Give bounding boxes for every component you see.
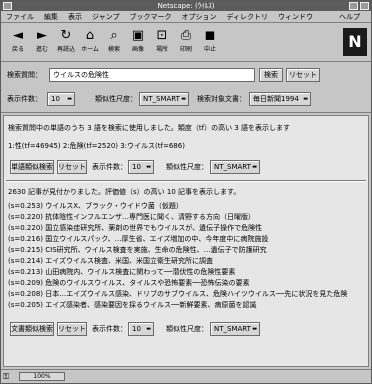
- bottom-count-label: 表示件数：: [92, 325, 127, 333]
- toolbar: ◄ 戻る ► 進む ↻ 再読込 ⌂ ホーム ⌕ 検索 ▣ 画像 ⊡ 場所 ⎙ 印刷 ◼ 中止 N: [1, 24, 371, 62]
- images-icon: ▣: [131, 28, 145, 43]
- reload-button[interactable]: ↻ 再読込: [55, 26, 77, 58]
- netscape-logo: N: [343, 28, 367, 56]
- divider: [6, 180, 366, 182]
- result-item[interactable]: (s=0.220) 抗体陰性インフルエンザ…専門医に聞く、清野する方向（日曜版）: [8, 213, 255, 222]
- print-button[interactable]: ⎙ 印刷: [175, 26, 197, 58]
- menu-bar: ファイル 編集 表示 ジャンプ ブックマーク オプション ディレクトリ ウィンドウ ヘルプ: [1, 11, 371, 23]
- browser-window: Netscape: (ｳｲﾙｽ) ファイル 編集 表示 ジャンプ ブックマーク オプション…: [0, 0, 372, 384]
- search-reset-button[interactable]: リセット: [286, 68, 320, 82]
- menu-bookmarks[interactable]: ブックマーク: [124, 11, 176, 23]
- target-label: 検索対象文書：: [197, 95, 246, 103]
- images-button[interactable]: ▣ 画像: [127, 26, 149, 58]
- query-input[interactable]: ウイルスの危険性: [49, 68, 255, 82]
- similarity-select[interactable]: NT_SMART: [139, 92, 189, 106]
- result-item[interactable]: (s=0.220) 国立感染症研究所、薬剤の世界でもウイルスが、遺伝子操作で危険…: [8, 224, 262, 233]
- count-label: 表示件数：: [7, 95, 42, 103]
- security-key-icon: ⚿: [3, 372, 10, 381]
- result-item[interactable]: (s=0.216) 国立ウイルスパック、…厚生省、エイズ増加の中、今年度中に病院…: [8, 235, 268, 244]
- stop-icon: ◼: [204, 28, 216, 43]
- back-button[interactable]: ◄ 戻る: [7, 26, 29, 58]
- phrase-line: 検索質問中の単語のうち 3 語を検索に使用しました。類度（tf）の高い 3 語を…: [8, 124, 291, 132]
- menu-options[interactable]: オプション: [176, 11, 221, 23]
- progress-indicator: 100%: [19, 372, 65, 381]
- open-icon: ⊡: [156, 28, 168, 43]
- maximize-button[interactable]: [360, 2, 369, 10]
- status-bar: ⚿ 100%: [1, 369, 371, 383]
- window-title: Netscape: (ｳｲﾙｽ): [157, 2, 215, 10]
- result-item[interactable]: (s=0.214) エイズウイルス検査、米国、米国立衛生研究所に調査: [8, 257, 213, 266]
- result-item[interactable]: (s=0.208) 日本…エイズウイルス感染、ドリブのサブウイルス、危険ハイツウ…: [8, 290, 347, 299]
- term-similarity-button[interactable]: 単語類似検索: [10, 160, 54, 174]
- menu-go[interactable]: ジャンプ: [87, 11, 124, 23]
- similarity-label: 類似性尺度：: [95, 95, 137, 103]
- print-icon: ⎙: [180, 28, 192, 43]
- result-item[interactable]: (s=0.213) 山田病院内、ウイルス検査に関わって──潜伏性の危険性要素: [8, 268, 235, 277]
- home-icon: ⌂: [85, 28, 95, 43]
- menu-directory[interactable]: ディレクトリ: [221, 11, 273, 23]
- title-bar: Netscape: (ｳｲﾙｽ): [1, 1, 371, 11]
- doc-similarity-button[interactable]: 文書類似検索: [10, 322, 54, 336]
- forward-icon: ►: [37, 28, 47, 43]
- search-icon: ⌕: [110, 28, 118, 43]
- doc-reset-button[interactable]: リセット: [57, 322, 87, 336]
- stop-button[interactable]: ◼ 中止: [199, 26, 221, 58]
- forward-button[interactable]: ► 進む: [31, 26, 53, 58]
- menu-file[interactable]: ファイル: [1, 11, 39, 23]
- home-button[interactable]: ⌂ ホーム: [79, 26, 101, 58]
- result-item[interactable]: (s=0.253) ウイルスX、ブラック・ウイドウ菌（仮題）: [8, 202, 183, 211]
- bottom-similarity-label: 類似性尺度：: [166, 325, 208, 333]
- result-item[interactable]: (s=0.209) 危険のウイルスウイルス、タイルスや恐怖要素──恐怖伝染の要素: [8, 279, 250, 288]
- result-summary: 2630 記事が見付かりました。評価値（s）の高い 10 記事を表示します。: [8, 188, 241, 196]
- terms-line: 1:性(tf=46945) 2:危険(tf=2520) 3:ウイルス(tf=68…: [8, 142, 185, 150]
- mid-count-select[interactable]: 10: [128, 160, 154, 174]
- search-button[interactable]: ⌕ 検索: [103, 26, 125, 58]
- query-label: 検索質問：: [7, 71, 42, 79]
- window-menu-button[interactable]: [3, 2, 12, 10]
- result-item[interactable]: (s=0.215) CIS研究所、ウイルス検査を実施、生命の危険性、…遺伝子で防…: [8, 246, 267, 255]
- results-pane: 検索質問中の単語のうち 3 語を検索に使用しました。類度（tf）の高い 3 語を…: [3, 115, 369, 367]
- menu-help[interactable]: ヘルプ: [334, 11, 365, 23]
- search-form: 検索質問： ウイルスの危険性 検索 リセット 表示件数： 10 類似性尺度： N…: [1, 63, 371, 113]
- mid-similarity-label: 類似性尺度：: [166, 163, 208, 171]
- mid-similarity-select[interactable]: NT_SMART: [210, 160, 260, 174]
- open-button[interactable]: ⊡ 場所: [151, 26, 173, 58]
- target-select[interactable]: 毎日新聞1994: [249, 92, 311, 106]
- bottom-similarity-select[interactable]: NT_SMART: [210, 322, 260, 336]
- menu-window[interactable]: ウィンドウ: [273, 11, 318, 23]
- back-icon: ◄: [13, 28, 23, 43]
- reload-icon: ↻: [60, 28, 72, 43]
- menu-edit[interactable]: 編集: [39, 11, 63, 23]
- result-item[interactable]: (s=0.205) エイズ感染者、感染要因を採るウイルス──新鮮要素、病原菌を認…: [8, 301, 256, 310]
- term-reset-button[interactable]: リセット: [57, 160, 87, 174]
- mid-count-label: 表示件数：: [92, 163, 127, 171]
- bottom-count-select[interactable]: 10: [128, 322, 154, 336]
- count-select[interactable]: 10: [47, 92, 75, 106]
- menu-view[interactable]: 表示: [63, 11, 87, 23]
- minimize-button[interactable]: [349, 2, 358, 10]
- search-submit-button[interactable]: 検索: [259, 68, 283, 82]
